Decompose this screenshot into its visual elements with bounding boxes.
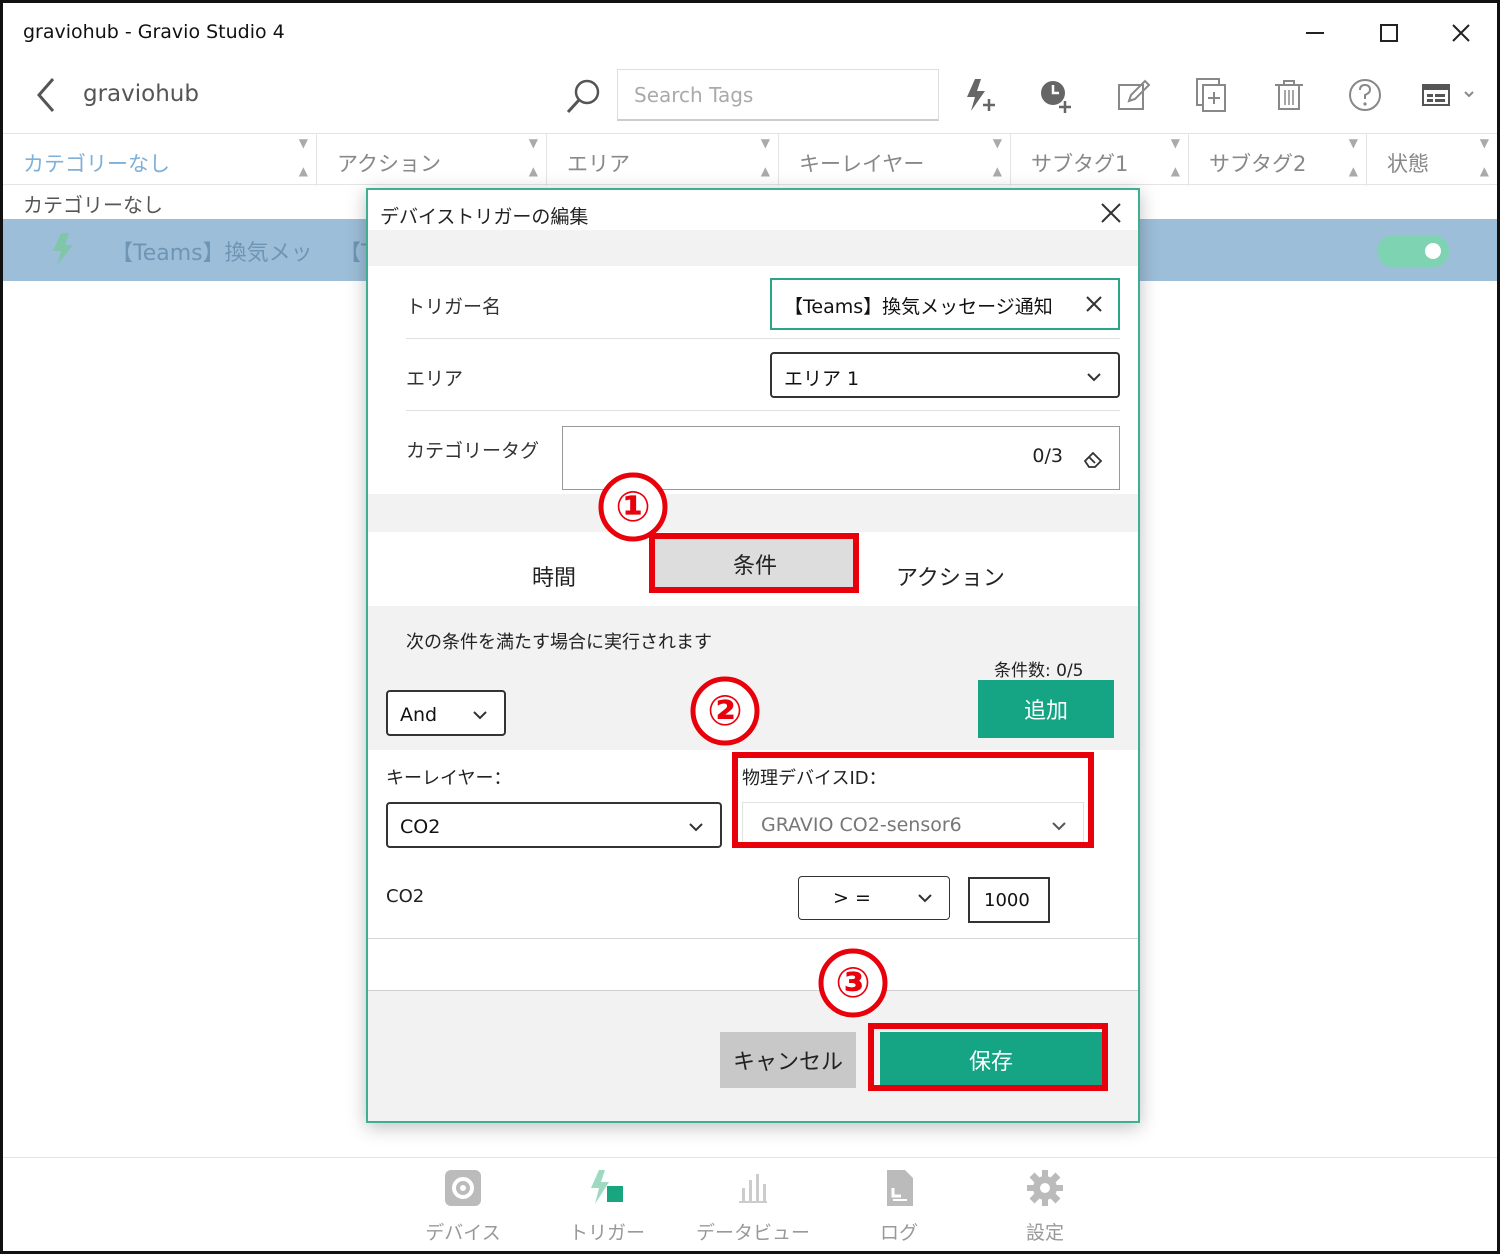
dialog-title: デバイストリガーの編集	[380, 206, 589, 228]
svg-text:③: ③	[835, 958, 871, 1007]
svg-text:②: ②	[707, 686, 743, 735]
search-icon[interactable]	[563, 77, 603, 117]
back-arrow-icon[interactable]	[29, 73, 63, 117]
maximize-icon	[1380, 24, 1398, 42]
nav-item-data-viewer[interactable]: データビューア	[693, 1168, 813, 1251]
highlight-device-id	[732, 752, 1094, 848]
dialog-close-icon[interactable]	[1094, 196, 1128, 230]
divider	[406, 338, 1120, 339]
sort-icon: ▼ ▲	[992, 136, 1002, 178]
bottom-navigation: デバイス トリガー データビューア ログ 設定	[3, 1157, 1497, 1251]
sort-icon: ▼ ▲	[1479, 136, 1489, 178]
logic-select[interactable]: And	[386, 690, 506, 736]
eraser-icon[interactable]	[1081, 447, 1105, 471]
column-header-subtag2[interactable]: サブタグ2 ▼ ▲	[1189, 134, 1367, 186]
nav-item-log[interactable]: ログ	[839, 1168, 959, 1245]
tab-time[interactable]: 時間	[532, 560, 576, 592]
svg-text:①: ①	[615, 482, 651, 531]
lightning-icon	[53, 233, 73, 265]
duplicate-icon[interactable]	[1191, 75, 1231, 115]
add-scheduled-icon[interactable]	[1035, 75, 1075, 115]
section-band	[368, 494, 1138, 532]
cancel-button[interactable]: キャンセル	[720, 1032, 856, 1088]
trigger-name-field[interactable]: 【Teams】換気メッセージ通知	[770, 278, 1120, 330]
edit-device-trigger-dialog: デバイストリガーの編集 トリガー名 【Teams】換気メッセージ通知 エリア エ…	[366, 188, 1140, 1123]
search-tags-input[interactable]	[617, 69, 939, 121]
divider	[368, 990, 1138, 991]
category-tag-label: カテゴリータグ	[406, 440, 540, 462]
annotation-number-2: ②	[690, 676, 760, 746]
help-icon[interactable]	[1345, 75, 1385, 115]
chevron-down-icon	[1087, 373, 1101, 382]
sort-icon: ▼ ▲	[1170, 136, 1180, 178]
clear-icon[interactable]	[1082, 292, 1106, 316]
breadcrumb: graviohub	[83, 81, 199, 107]
column-header-action[interactable]: アクション ▼ ▲	[317, 134, 547, 186]
chevron-down-icon	[473, 711, 487, 720]
layout-menu-icon[interactable]	[1419, 75, 1479, 115]
condition-info-text: 次の条件を満たす場合に実行されます	[406, 632, 712, 653]
column-header-status[interactable]: 状態 ▼ ▲	[1367, 134, 1497, 186]
minimize-button[interactable]	[1285, 13, 1345, 53]
nav-item-devices[interactable]: デバイス	[403, 1168, 523, 1245]
tab-action[interactable]: アクション	[896, 560, 1005, 592]
row-trigger-name: 【Teams】換気メッセ1	[111, 241, 311, 266]
divider	[368, 938, 1138, 939]
grid-header: カテゴリーなし ▼ ▲ アクション ▼ ▲ エリア ▼ ▲ キーレイヤー ▼ ▲ サブタ…	[3, 133, 1497, 186]
chevron-down-icon	[918, 894, 932, 903]
device-gear-icon	[445, 1170, 481, 1206]
condition-count: 条件数: 0/5	[994, 661, 1084, 681]
sort-icon: ▼ ▲	[298, 136, 308, 178]
delete-icon[interactable]	[1269, 75, 1309, 115]
edit-icon[interactable]	[1113, 75, 1153, 115]
header-band	[368, 230, 1138, 266]
area-label: エリア	[406, 368, 464, 390]
gear-icon	[1027, 1170, 1063, 1206]
column-header-category[interactable]: カテゴリーなし ▼ ▲	[3, 134, 317, 186]
operator-select[interactable]: > =	[798, 876, 950, 920]
add-trigger-icon[interactable]	[959, 75, 999, 115]
column-header-area[interactable]: エリア ▼ ▲	[547, 134, 779, 186]
trigger-icon	[591, 1170, 623, 1204]
nav-item-triggers[interactable]: トリガー	[547, 1168, 667, 1245]
sort-icon: ▼ ▲	[760, 136, 770, 178]
highlight-save-button	[868, 1023, 1108, 1091]
toggle-knob	[1425, 243, 1441, 259]
document-icon	[887, 1170, 913, 1206]
key-layer-select[interactable]: CO2	[386, 802, 722, 848]
key-layer-label: キーレイヤー：	[386, 768, 512, 789]
add-condition-button[interactable]: 追加	[978, 680, 1114, 738]
toolbar: graviohub	[3, 65, 1497, 131]
minimize-icon	[1306, 32, 1324, 34]
chevron-down-icon	[689, 823, 703, 832]
app-window: graviohub - Gravio Studio 4 graviohub カテ…	[0, 0, 1500, 1254]
title-bar: graviohub - Gravio Studio 4	[3, 3, 1497, 63]
area-select[interactable]: エリア 1	[770, 352, 1120, 398]
sensor-co2-label: CO2	[386, 886, 425, 907]
status-toggle[interactable]	[1377, 235, 1449, 267]
maximize-button[interactable]	[1359, 13, 1419, 53]
column-header-key-layer[interactable]: キーレイヤー ▼ ▲	[779, 134, 1011, 186]
nav-item-settings[interactable]: 設定	[985, 1168, 1105, 1245]
sort-icon: ▼ ▲	[528, 136, 538, 178]
column-header-subtag1[interactable]: サブタグ1 ▼ ▲	[1011, 134, 1189, 186]
trigger-name-label: トリガー名	[406, 296, 502, 318]
close-window-button[interactable]	[1431, 13, 1491, 53]
bar-chart-icon	[739, 1174, 767, 1203]
group-label: カテゴリーなし	[23, 193, 163, 217]
close-icon	[1452, 24, 1470, 42]
annotation-number-1: ①	[598, 472, 668, 542]
annotation-number-3: ③	[818, 948, 888, 1018]
divider	[406, 410, 1120, 411]
sort-icon: ▼ ▲	[1348, 136, 1358, 178]
threshold-input[interactable]: 1000	[968, 877, 1050, 923]
window-title: graviohub - Gravio Studio 4	[23, 21, 285, 43]
category-tag-count: 0/3	[1032, 445, 1063, 467]
highlight-condition-tab	[649, 533, 859, 593]
